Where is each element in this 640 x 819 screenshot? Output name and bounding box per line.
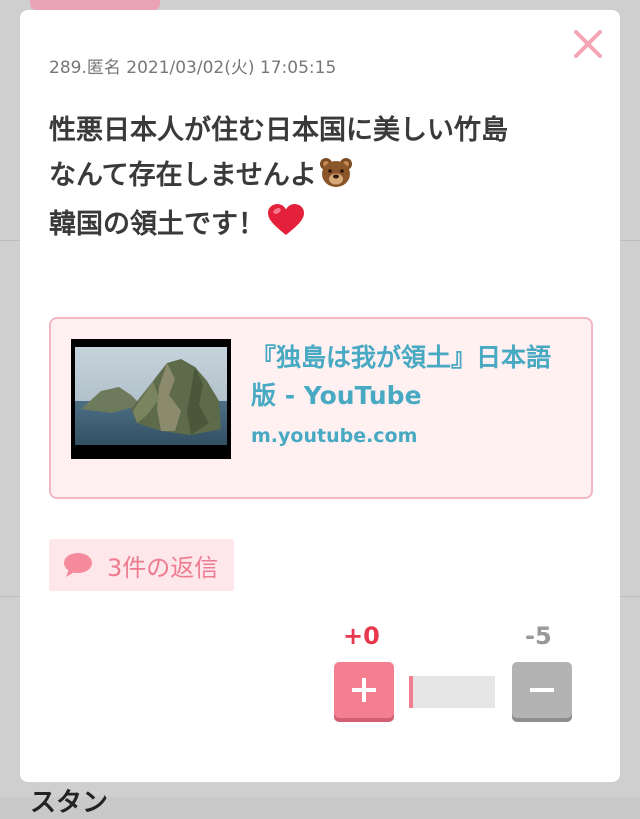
bear-face-icon [319,156,353,202]
minus-score: -5 [525,622,552,650]
comment-line: 性悪日本人が住む日本国に美しい竹島 [49,115,508,146]
background-heading: スタン [30,788,109,818]
red-heart-icon [267,203,305,251]
plus-icon [352,678,376,702]
comment-body: 性悪日本人が住む日本国に美しい竹島 なんて存在しませんよ 韓国の領土です！ [49,108,609,251]
comment-meta: 289.匿名 2021/03/02(火) 17:05:15 [49,58,337,78]
vote-ratio-bar [409,676,495,708]
background-divider [0,240,20,241]
comment-line: 韓国の領土です！ [49,202,609,251]
plus-vote-button[interactable] [334,662,394,718]
link-domain: m.youtube.com [251,425,418,447]
background-divider [620,596,640,597]
speech-bubble-icon [64,553,92,577]
replies-label: 3件の返信 [107,553,219,582]
background-divider [620,240,640,241]
background-divider [0,596,20,597]
link-title[interactable]: 『独島は我が領土』日本語版 - YouTube [251,339,551,415]
close-button[interactable] [568,24,608,64]
plus-score: +0 [343,622,380,650]
link-preview-card[interactable]: 『独島は我が領土』日本語版 - YouTube m.youtube.com [49,317,593,499]
vote-ratio-fill [409,676,413,708]
video-thumbnail[interactable] [71,339,231,459]
comment-modal: 289.匿名 2021/03/02(火) 17:05:15 性悪日本人が住む日本… [20,10,620,782]
minus-icon [530,688,554,692]
close-icon[interactable] [568,24,608,64]
replies-button[interactable]: 3件の返信 [49,539,235,591]
comment-line: なんて存在しませんよ [49,153,609,202]
background-tab [30,0,160,10]
minus-vote-button[interactable] [512,662,572,718]
